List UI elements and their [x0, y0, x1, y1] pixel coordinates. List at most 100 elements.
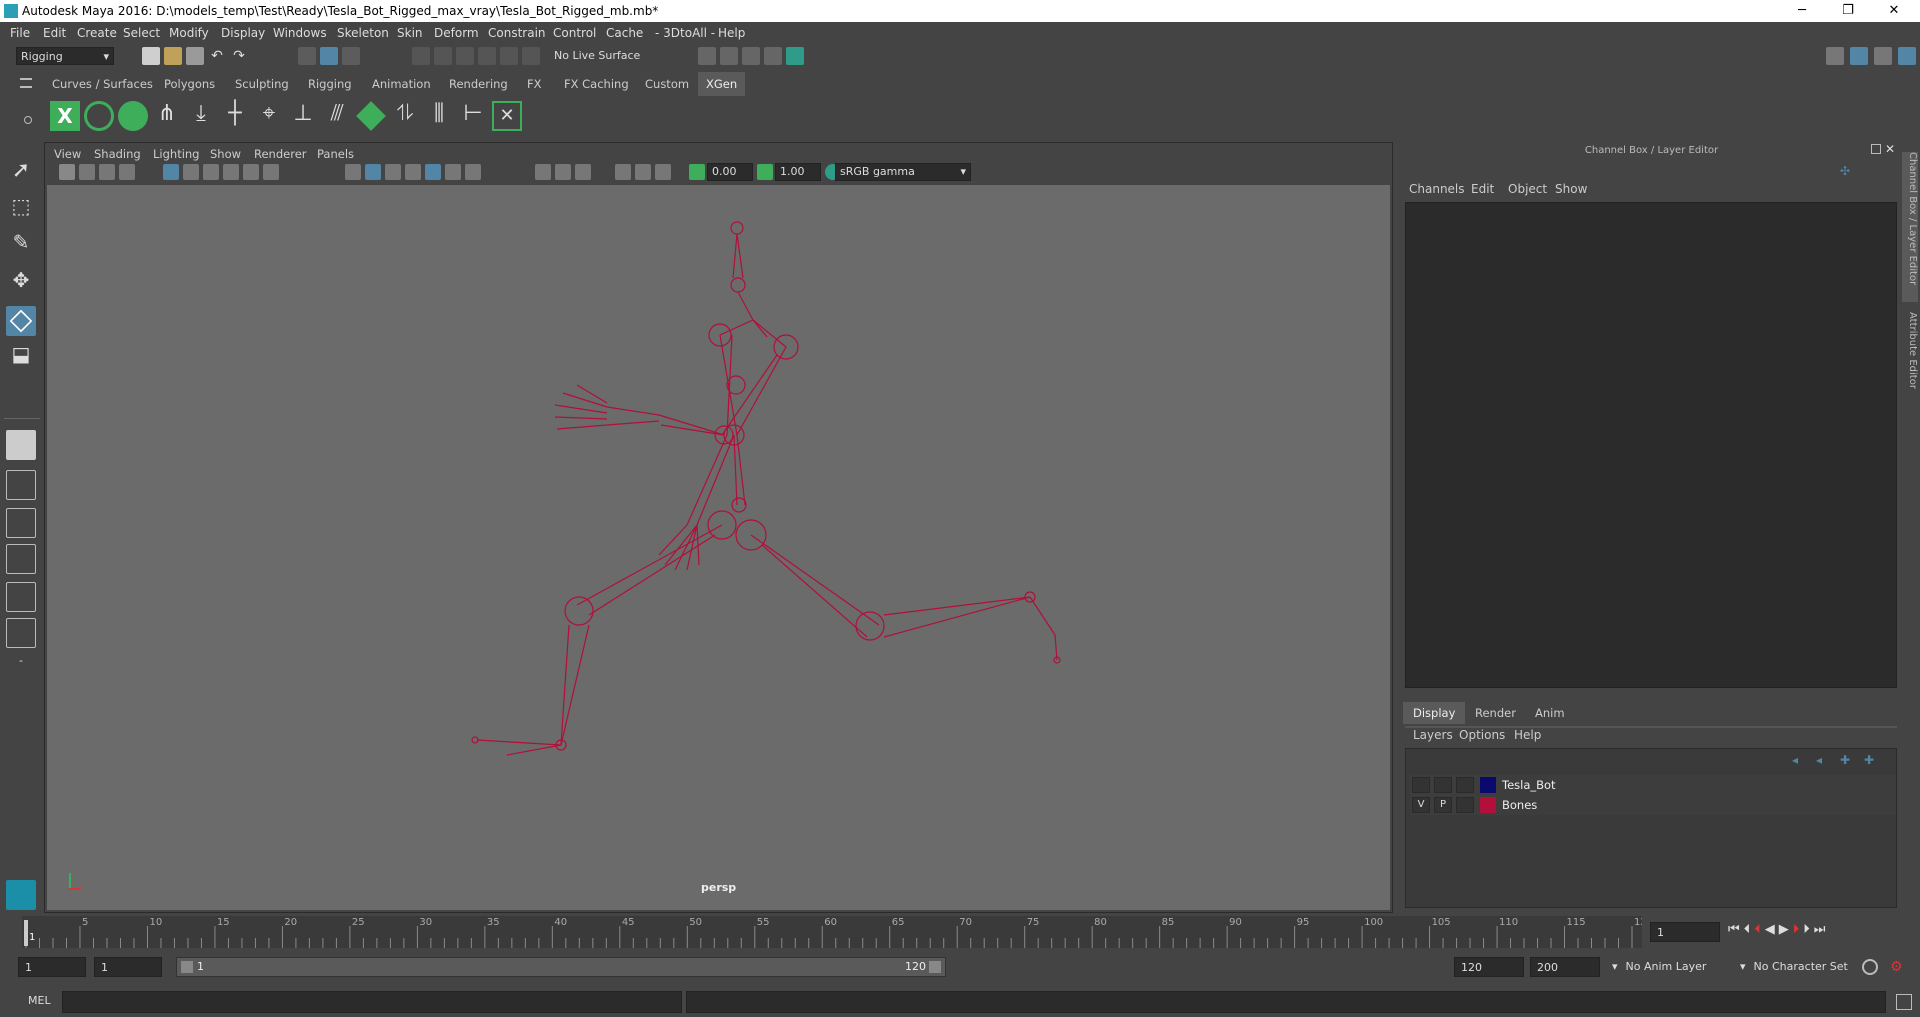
- isolate-select-icon[interactable]: [425, 164, 441, 180]
- smooth-shade-icon[interactable]: [365, 164, 381, 180]
- rotate-tool-icon[interactable]: [6, 306, 36, 336]
- layer-menu-options[interactable]: Options: [1459, 728, 1505, 742]
- anti-aliasing-icon[interactable]: [635, 164, 651, 180]
- layout-icon[interactable]: [1826, 47, 1844, 65]
- move-tool-icon[interactable]: ✥: [6, 268, 36, 298]
- exposure-field[interactable]: 0.00: [707, 163, 753, 181]
- resolution-gate-icon[interactable]: [203, 164, 219, 180]
- ambient-occlusion-icon[interactable]: [575, 164, 591, 180]
- anim-layer-dropdown[interactable]: ▾ No Anim Layer: [1606, 957, 1732, 977]
- layer-menu-layers[interactable]: Layers: [1413, 728, 1453, 742]
- xgen-sculpt-guide-icon[interactable]: ⤓: [186, 101, 216, 131]
- layer-visibility-toggle[interactable]: [1412, 777, 1430, 793]
- render-settings-icon[interactable]: [764, 47, 782, 65]
- save-scene-icon[interactable]: [186, 47, 204, 65]
- time-slider[interactable]: 5 10 15 20 25 30 35 40 45 50 55 60 65 70 75 80 85 90 95 100…: [22, 916, 1653, 948]
- layer-tab-display[interactable]: Display: [1403, 702, 1466, 724]
- layer-display-type-toggle[interactable]: [1456, 777, 1474, 793]
- snap-grid-icon[interactable]: [412, 47, 430, 65]
- current-frame-field[interactable]: 1: [1650, 922, 1720, 942]
- manipulator-icon[interactable]: ✣: [1840, 164, 1854, 178]
- gamma-field[interactable]: 1.00: [775, 163, 821, 181]
- xgen-editor-icon[interactable]: X: [50, 101, 80, 131]
- step-back-key-icon[interactable]: ⏴: [1754, 922, 1765, 937]
- xgen-ignore-icon[interactable]: ✕: [492, 101, 522, 131]
- shelf-tab-animation[interactable]: Animation: [364, 72, 439, 96]
- side-tab-attribute-editor[interactable]: Attribute Editor: [1902, 312, 1918, 412]
- layer-row-bones[interactable]: V P Bones: [1410, 795, 1896, 815]
- layer-row-tesla-bot[interactable]: Tesla_Bot: [1410, 775, 1896, 795]
- four-view-layout-icon[interactable]: [6, 470, 36, 500]
- current-time-marker[interactable]: [24, 920, 28, 946]
- close-button[interactable]: ✕: [1872, 0, 1916, 22]
- menu-control[interactable]: Control: [553, 26, 596, 40]
- new-scene-icon[interactable]: [142, 47, 160, 65]
- vp-menu-lighting[interactable]: Lighting: [153, 145, 199, 163]
- image-plane-icon[interactable]: [119, 164, 135, 180]
- script-editor-icon[interactable]: [1896, 994, 1912, 1010]
- minimize-button[interactable]: ─: [1780, 0, 1824, 22]
- layer-playback-toggle[interactable]: P: [1434, 797, 1452, 813]
- grid-toggle-icon[interactable]: [163, 164, 179, 180]
- snap-point-icon[interactable]: [456, 47, 474, 65]
- layer-display-type-toggle[interactable]: [1456, 797, 1474, 813]
- layer-tab-anim[interactable]: Anim: [1525, 702, 1575, 724]
- shelf-menu-icon[interactable]: [20, 78, 32, 88]
- render-frame-icon[interactable]: [720, 47, 738, 65]
- open-scene-icon[interactable]: [164, 47, 182, 65]
- select-hierarchy-icon[interactable]: [298, 47, 316, 65]
- layer-menu-help[interactable]: Help: [1514, 728, 1541, 742]
- menu-constrain[interactable]: Constrain: [488, 26, 546, 40]
- use-all-lights-icon[interactable]: [445, 164, 461, 180]
- animation-preferences-icon[interactable]: ⚙: [1890, 959, 1906, 975]
- shadows-icon[interactable]: [465, 164, 481, 180]
- range-slider[interactable]: 1 120: [176, 957, 946, 977]
- new-layer-selected-icon[interactable]: ✚: [1864, 753, 1878, 767]
- layer-color-swatch[interactable]: [1480, 777, 1496, 793]
- menu-set-dropdown[interactable]: Rigging ▾: [16, 47, 114, 65]
- xray-joints-icon[interactable]: [555, 164, 571, 180]
- motion-blur-icon[interactable]: [615, 164, 631, 180]
- layer-playback-toggle[interactable]: [1434, 777, 1452, 793]
- xgen-clump-icon[interactable]: ⥮: [390, 101, 420, 131]
- menu-3dtoall[interactable]: - 3DtoAll -: [655, 26, 715, 40]
- persp-hypershade-layout-icon[interactable]: [6, 582, 36, 612]
- layer-visibility-toggle[interactable]: V: [1412, 797, 1430, 813]
- field-chart-icon[interactable]: [243, 164, 259, 180]
- animation-start-field[interactable]: 1: [18, 957, 86, 977]
- menu-cache[interactable]: Cache: [606, 26, 643, 40]
- select-component-icon[interactable]: [342, 47, 360, 65]
- layer-tab-render[interactable]: Render: [1465, 702, 1526, 724]
- shelf-tab-rendering[interactable]: Rendering: [441, 72, 516, 96]
- vp-menu-renderer[interactable]: Renderer: [254, 145, 307, 163]
- camera-icon[interactable]: [59, 164, 75, 180]
- playback-start-field[interactable]: 1: [94, 957, 162, 977]
- xgen-insert-guide-icon[interactable]: ┼: [220, 101, 250, 131]
- xgen-lock-guide-icon[interactable]: ⊥: [288, 101, 318, 131]
- step-back-frame-icon[interactable]: ⏴: [1744, 922, 1755, 937]
- menu-display[interactable]: Display: [221, 26, 265, 40]
- play-forwards-icon[interactable]: ▶: [1779, 922, 1793, 937]
- select-tool-icon[interactable]: ➚: [6, 158, 36, 188]
- shelf-tab-polygons[interactable]: Polygons: [156, 72, 223, 96]
- cb-menu-edit[interactable]: Edit: [1471, 182, 1494, 196]
- xgen-cut-icon[interactable]: ⊢: [458, 101, 488, 131]
- vp-menu-panels[interactable]: Panels: [317, 145, 354, 163]
- cb-menu-object[interactable]: Object: [1508, 182, 1547, 196]
- new-layer-icon[interactable]: ✚: [1840, 753, 1854, 767]
- menu-help[interactable]: Help: [718, 26, 745, 40]
- go-to-start-icon[interactable]: ⏮: [1728, 922, 1744, 937]
- depth-of-field-icon[interactable]: [655, 164, 671, 180]
- toggle-tool-settings-icon[interactable]: [1898, 47, 1916, 65]
- xgen-create-description-icon[interactable]: [118, 101, 148, 131]
- gamma-icon[interactable]: [757, 164, 773, 180]
- menu-skeleton[interactable]: Skeleton: [337, 26, 389, 40]
- wireframe-icon[interactable]: [345, 164, 361, 180]
- xray-icon[interactable]: [535, 164, 551, 180]
- gate-mask-icon[interactable]: [223, 164, 239, 180]
- scale-tool-icon[interactable]: ⬓: [6, 342, 36, 372]
- restore-button[interactable]: ❐: [1826, 0, 1870, 22]
- menu-modify[interactable]: Modify: [169, 26, 209, 40]
- move-layer-down-icon[interactable]: ◂: [1816, 753, 1830, 767]
- xgen-select-guide-icon[interactable]: ⌖: [254, 101, 284, 131]
